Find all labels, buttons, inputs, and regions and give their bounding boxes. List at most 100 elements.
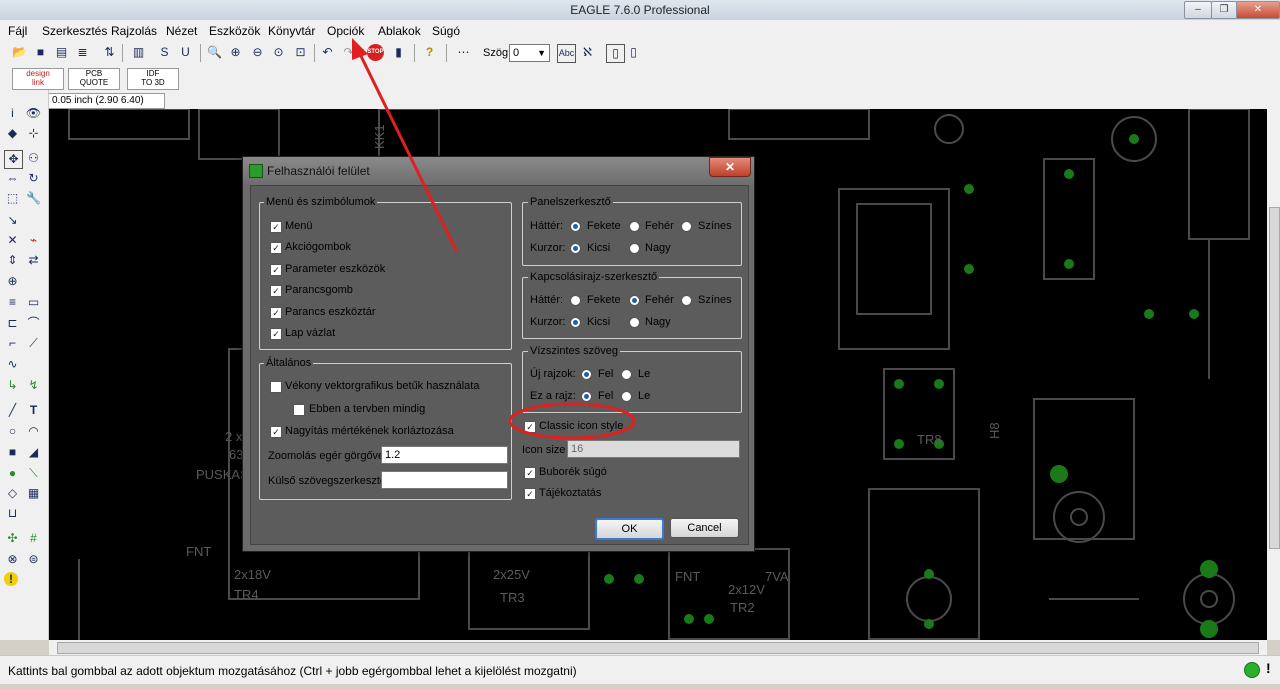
minimize-button[interactable]: – bbox=[1184, 1, 1212, 19]
align-icon[interactable]: ▯ bbox=[606, 44, 625, 63]
warning-icon[interactable]: ! bbox=[4, 572, 18, 586]
horizontal-scroll-thumb[interactable] bbox=[57, 642, 1259, 654]
new-drawings-down-radio[interactable] bbox=[621, 369, 632, 380]
redo-icon[interactable]: ↷ bbox=[340, 44, 357, 61]
text-icon[interactable]: T bbox=[25, 402, 42, 419]
schematic-bg-white-radio[interactable] bbox=[629, 295, 640, 306]
stop-icon[interactable]: STOP bbox=[367, 44, 384, 61]
circle-icon[interactable]: ○ bbox=[4, 423, 21, 440]
paste-icon[interactable]: ↘ bbox=[4, 212, 21, 229]
ulp-icon[interactable]: U bbox=[177, 44, 194, 61]
external-editor-input[interactable] bbox=[381, 471, 508, 489]
layout-bg-white-radio[interactable] bbox=[629, 221, 640, 232]
pcb-quote-button[interactable]: PCB QUOTE bbox=[68, 68, 120, 90]
drc-icon[interactable]: ⊗ bbox=[4, 551, 21, 568]
sheet-thumbnails-checkbox[interactable]: ✓ bbox=[270, 328, 282, 340]
route-icon[interactable]: ↳ bbox=[4, 377, 21, 394]
layout-bg-color-radio[interactable] bbox=[681, 221, 692, 232]
stop-command-icon[interactable]: ! bbox=[1266, 660, 1271, 676]
menu-help[interactable]: Súgó bbox=[432, 24, 460, 38]
display-layers-icon[interactable]: ◆ bbox=[4, 125, 21, 142]
smash-icon[interactable]: ≡ bbox=[4, 294, 21, 311]
menu-edit[interactable]: Szerkesztés bbox=[42, 24, 107, 38]
pinswap-icon[interactable]: ⇕ bbox=[4, 252, 21, 269]
new-drawings-up-radio[interactable] bbox=[581, 369, 592, 380]
show-eye-icon[interactable]: 👁 bbox=[25, 105, 42, 122]
zoom-redraw-icon[interactable]: ⊙ bbox=[270, 44, 287, 61]
ok-button[interactable]: OK bbox=[595, 518, 664, 540]
rotate-icon[interactable]: ↻ bbox=[25, 170, 42, 187]
zoom-fit-icon[interactable]: 🔍 bbox=[206, 44, 223, 61]
replace-icon[interactable]: ⇄ bbox=[25, 252, 42, 269]
schematic-bg-color-radio[interactable] bbox=[681, 295, 692, 306]
delete-icon[interactable]: ✕ bbox=[4, 232, 21, 249]
angle-select[interactable]: 0 ▼ bbox=[509, 44, 550, 62]
help-icon[interactable]: ? bbox=[421, 44, 438, 61]
split-wire-icon[interactable]: ⌐ bbox=[4, 335, 21, 352]
zoom-in-icon[interactable]: ⊕ bbox=[227, 44, 244, 61]
value-icon[interactable]: ▭ bbox=[25, 294, 42, 311]
vector-font-checkbox[interactable] bbox=[270, 381, 282, 393]
errors-icon[interactable]: ⊜ bbox=[25, 551, 42, 568]
menu-draw[interactable]: Rajzolás bbox=[111, 24, 157, 38]
limit-zoom-checkbox[interactable]: ✓ bbox=[270, 426, 282, 438]
menu-checkbox[interactable]: ✓ bbox=[270, 221, 282, 233]
grid-icon[interactable]: ⋯ bbox=[455, 44, 472, 61]
menu-tools[interactable]: Eszközök bbox=[209, 24, 260, 38]
idf-to-3d-button[interactable]: IDF TO 3D bbox=[127, 68, 179, 90]
command-buttons-checkbox[interactable]: ✓ bbox=[270, 285, 282, 297]
designlink-button[interactable]: design link bbox=[12, 68, 64, 90]
via-icon[interactable]: ● bbox=[4, 465, 21, 482]
library-icon[interactable]: ▥ bbox=[130, 44, 147, 61]
this-drawing-up-radio[interactable] bbox=[581, 391, 592, 402]
meander-icon[interactable]: ∿ bbox=[4, 356, 21, 373]
menu-file[interactable]: Fájl bbox=[8, 24, 27, 38]
layout-cursor-large-radio[interactable] bbox=[629, 243, 640, 254]
always-in-design-checkbox[interactable] bbox=[293, 404, 305, 416]
icon-size-input[interactable]: 16 bbox=[567, 440, 740, 458]
print-icon[interactable]: ▤ bbox=[53, 44, 70, 61]
ratsnest-icon[interactable]: ✣ bbox=[4, 530, 21, 547]
menu-options[interactable]: Opciók bbox=[327, 24, 364, 38]
align-split-icon[interactable]: ▯ bbox=[625, 44, 642, 61]
miter-icon[interactable]: ⌒ bbox=[25, 315, 42, 332]
polygon-icon[interactable]: ◢ bbox=[25, 444, 42, 461]
split-icon[interactable]: ⊏ bbox=[4, 315, 21, 332]
open-icon[interactable]: 📂 bbox=[11, 44, 28, 61]
close-window-button[interactable]: ✕ bbox=[1236, 1, 1280, 19]
user-guidance-checkbox[interactable]: ✓ bbox=[524, 488, 536, 500]
info-icon[interactable]: i bbox=[4, 105, 21, 122]
save-icon[interactable]: ■ bbox=[32, 44, 49, 61]
menu-window[interactable]: Ablakok bbox=[378, 24, 421, 38]
optimize-icon[interactable]: ⟋ bbox=[25, 335, 42, 352]
maximize-button[interactable]: ❐ bbox=[1211, 1, 1237, 19]
mouse-wheel-zoom-input[interactable]: 1.2 bbox=[381, 446, 508, 464]
classic-icon-style-checkbox[interactable]: ✓ bbox=[524, 421, 536, 433]
vertical-scrollbar[interactable] bbox=[1267, 97, 1280, 640]
menu-view[interactable]: Nézet bbox=[166, 24, 197, 38]
undo-icon[interactable]: ↶ bbox=[319, 44, 336, 61]
layout-cursor-small-radio[interactable] bbox=[570, 243, 581, 254]
action-buttons-checkbox[interactable]: ✓ bbox=[270, 242, 282, 254]
parameter-tools-checkbox[interactable]: ✓ bbox=[270, 264, 282, 276]
bubble-help-checkbox[interactable]: ✓ bbox=[524, 467, 536, 479]
vertical-scroll-thumb[interactable] bbox=[1269, 207, 1280, 549]
schematic-bg-black-radio[interactable] bbox=[570, 295, 581, 306]
this-drawing-down-radio[interactable] bbox=[621, 391, 632, 402]
signal-icon[interactable]: ⟍ bbox=[25, 465, 42, 482]
autorouter-icon[interactable]: # bbox=[25, 530, 42, 547]
script-icon[interactable]: S bbox=[156, 44, 173, 61]
dimension-icon[interactable]: ⊔ bbox=[4, 505, 21, 522]
wire-icon[interactable]: ╱ bbox=[4, 402, 21, 419]
add-icon[interactable]: ⌁ bbox=[25, 232, 42, 249]
mark-icon[interactable]: ⊹ bbox=[25, 125, 42, 142]
schematic-cursor-large-radio[interactable] bbox=[629, 317, 640, 328]
schematic-cursor-small-radio[interactable] bbox=[570, 317, 581, 328]
mirror-icon[interactable]: ⇔ bbox=[4, 170, 21, 187]
rect-icon[interactable]: ■ bbox=[4, 444, 21, 461]
switch-board-icon[interactable]: ⇅ bbox=[101, 44, 118, 61]
menu-library[interactable]: Könyvtár bbox=[268, 24, 315, 38]
zoom-out-icon[interactable]: ⊖ bbox=[249, 44, 266, 61]
ripup-icon[interactable]: ↯ bbox=[25, 377, 42, 394]
move-icon[interactable]: ✥ bbox=[4, 150, 23, 169]
